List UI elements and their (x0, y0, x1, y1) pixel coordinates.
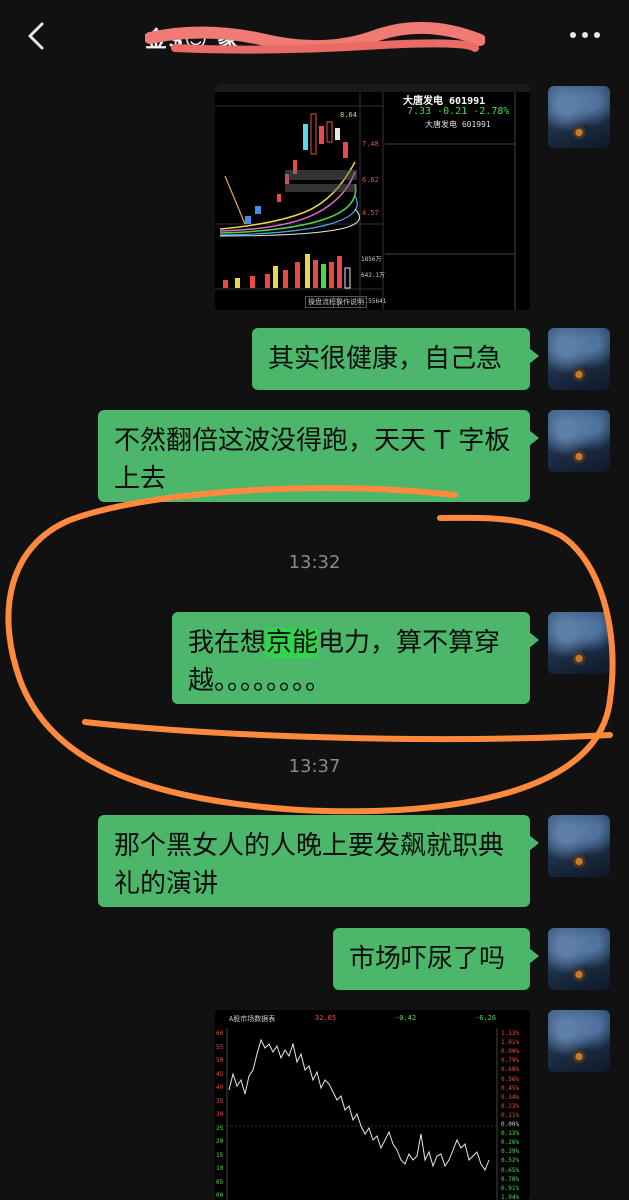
timestamp: 13:32 (288, 552, 341, 573)
stock-price: 7.33 -0.21 -2.78% (407, 106, 509, 117)
right-axis-label: 0.39% (501, 1148, 520, 1156)
left-axis-label: 45 (216, 1070, 224, 1078)
change-value: -0.21 (437, 106, 468, 117)
left-axis-label: 15 (216, 1151, 224, 1159)
top-value-2: -0.42 (395, 1014, 417, 1022)
chart-title: A股市场数据表 (229, 1015, 276, 1023)
right-axis-label: 0.78% (501, 1175, 520, 1183)
redaction-scribble (145, 21, 485, 54)
message-text: 市场吓尿了吗 (349, 944, 506, 974)
right-axis-label: 0.45% (501, 1084, 520, 1092)
avatar[interactable] (548, 612, 610, 674)
message-text-before: 我在想 (188, 628, 267, 658)
right-axis-label: 0.00% (501, 1121, 520, 1128)
timestamp: 13:37 (288, 756, 341, 777)
price-high: 8.64 (340, 111, 357, 119)
left-axis-label: 55 (216, 1043, 224, 1051)
top-value-3: -6.26 (475, 1014, 497, 1022)
message-bubble[interactable]: 不然翻倍这波没得跑，天天 T 字板上去 (98, 410, 539, 502)
axis-3: 4.57 (362, 209, 379, 217)
chat-header: 金$😎 象 (0, 0, 629, 72)
left-axis-label: 05 (216, 1178, 224, 1186)
avatar[interactable] (548, 928, 610, 990)
vol-axis-1: 1856万 (361, 256, 382, 263)
message-text: 不然翻倍这波没得跑，天天 T 字板上去 (114, 426, 511, 494)
right-axis-label: 0.23% (501, 1102, 520, 1110)
left-axis-label: 60 (216, 1030, 224, 1037)
right-axis-label: 1.01% (501, 1039, 520, 1047)
right-axis-label: 0.56% (501, 1075, 520, 1083)
price-value: 7.33 (407, 106, 432, 117)
avatar[interactable] (548, 815, 610, 877)
right-axis-label: 0.65% (501, 1166, 520, 1174)
stock-chart-image[interactable]: 大唐发电 601991 7.33 -0.21 -2.78% 大唐发电 60199… (215, 84, 530, 310)
left-axis-label: 30 (216, 1111, 224, 1118)
axis-1: 7.48 (362, 140, 379, 148)
chat-title: 金$😎 象 (145, 18, 485, 58)
market-chart-image[interactable]: A股市场数据表 32.05 -0.42 -6.26 60 55 50 45 40 35 30… (215, 1010, 530, 1200)
left-axis-label: 35 (216, 1097, 224, 1105)
change-pct: -2.78% (473, 106, 510, 117)
avatar[interactable] (548, 1010, 610, 1072)
right-axis-label: 0.11% (501, 1111, 520, 1119)
left-axis-label: 20 (216, 1138, 224, 1145)
vol-axis-2: 642.1万 (361, 272, 386, 279)
ellipsis-horizontal-icon[interactable] (565, 22, 605, 48)
left-axis-label: 40 (216, 1084, 224, 1091)
message-bubble[interactable]: 市场吓尿了吗 (333, 928, 539, 990)
left-axis-label: 25 (216, 1124, 224, 1132)
right-axis-label: 0.26% (501, 1139, 520, 1147)
avatar[interactable] (548, 410, 610, 472)
avatar[interactable] (548, 328, 610, 390)
left-axis-label: 50 (216, 1057, 224, 1064)
right-axis-label: 1.04% (501, 1193, 520, 1200)
highlighted-text: 京能 (266, 628, 319, 658)
top-value-1: 32.05 (315, 1014, 337, 1022)
left-axis-label: 00 (216, 1192, 224, 1199)
tab-2: 操作说明 (333, 296, 367, 308)
stock-name-sub: 大唐发电 601991 (425, 120, 491, 129)
right-axis-label: 0.13% (501, 1130, 520, 1138)
right-axis-label: 0.68% (501, 1066, 520, 1074)
left-axis-label: 10 (216, 1165, 224, 1172)
right-axis-label: 0.79% (501, 1057, 520, 1065)
message-bubble[interactable]: 那个黑女人的人晚上要发飙就职典礼的演讲 (98, 815, 539, 907)
message-text: 那个黑女人的人晚上要发飙就职典礼的演讲 (114, 831, 505, 899)
market-chart-graphic (215, 1010, 530, 1200)
right-axis-label: 0.90% (501, 1048, 520, 1056)
right-axis-label: 1.13% (501, 1030, 520, 1037)
right-axis-label: 0.91% (501, 1184, 520, 1192)
avatar[interactable] (548, 86, 610, 148)
chevron-left-icon[interactable] (22, 20, 50, 52)
stock-name: 大唐发电 601991 (403, 96, 486, 107)
right-axis-label: 0.52% (501, 1157, 520, 1165)
right-axis-label: 0.34% (501, 1093, 520, 1101)
message-text: 其实很健康，自己急 (268, 344, 503, 374)
axis-2: 6.62 (362, 176, 379, 184)
message-bubble[interactable]: 其实很健康，自己急 (252, 328, 539, 390)
message-bubble[interactable]: 我在想京能电力，算不算穿越。。。。。。。。 (172, 612, 539, 704)
